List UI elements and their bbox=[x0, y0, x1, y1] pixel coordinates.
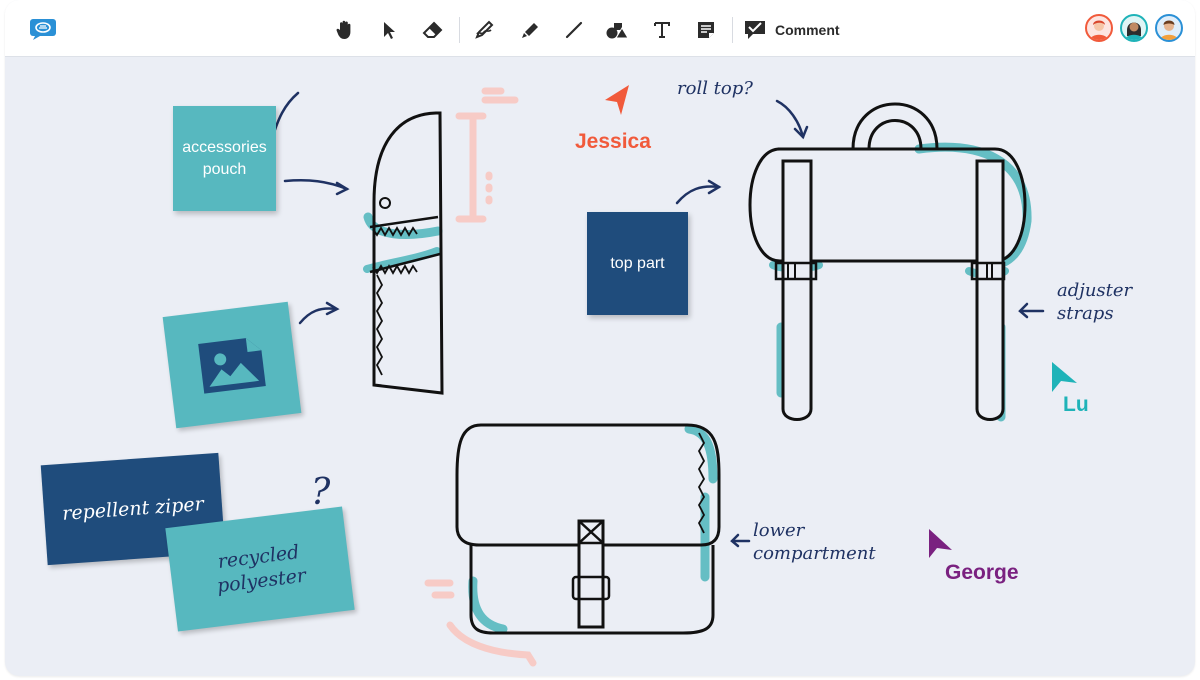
comment-icon bbox=[745, 21, 765, 39]
text-icon bbox=[654, 22, 670, 38]
cursor-label-jessica: Jessica bbox=[575, 130, 651, 153]
toolbar-divider bbox=[459, 17, 460, 43]
comment-button[interactable]: Comment bbox=[737, 14, 846, 46]
line-tool[interactable] bbox=[552, 14, 596, 46]
sticky-note-image[interactable] bbox=[162, 301, 302, 429]
cursor-label-george: George bbox=[945, 561, 1019, 584]
eraser-tool[interactable] bbox=[411, 14, 455, 46]
sticky-note-icon bbox=[698, 22, 714, 38]
image-icon bbox=[198, 338, 266, 394]
sticky-note-accessories[interactable]: accessories pouch bbox=[173, 106, 276, 211]
comment-label: Comment bbox=[775, 22, 840, 38]
annotation-adjuster-straps[interactable]: adjuster straps bbox=[1057, 279, 1132, 325]
avatar-teal[interactable] bbox=[1120, 14, 1148, 42]
pen-icon bbox=[475, 20, 494, 39]
duffel-bag-sketch bbox=[748, 102, 1032, 422]
annotation-question-mark[interactable]: ? bbox=[311, 473, 330, 513]
cursor-jessica-icon bbox=[605, 85, 629, 115]
cursor-lu-icon bbox=[1052, 362, 1077, 392]
annotation-lower-compartment[interactable]: lower compartment bbox=[753, 519, 876, 565]
toolbar-divider bbox=[732, 17, 733, 43]
sticky-note-recycled-polyester[interactable]: recycled polyester bbox=[165, 506, 355, 632]
avatar-red[interactable] bbox=[1085, 14, 1113, 42]
annotation-roll-top[interactable]: roll top? bbox=[677, 77, 753, 100]
tool-group: Comment bbox=[323, 14, 846, 46]
shapes-tool[interactable] bbox=[596, 14, 640, 46]
pink-measure-marks bbox=[424, 87, 537, 667]
select-tool[interactable] bbox=[367, 14, 411, 46]
sticky-note-tool[interactable] bbox=[684, 14, 728, 46]
tall-bag-sketch bbox=[363, 111, 444, 395]
pen-tool[interactable] bbox=[464, 14, 508, 46]
shapes-icon bbox=[606, 23, 629, 39]
whiteboard-canvas[interactable]: accessories pouch top part repellent zip… bbox=[5, 57, 1195, 676]
hand-icon bbox=[336, 20, 351, 39]
marker-tool[interactable] bbox=[508, 14, 552, 46]
cursor-george-icon bbox=[929, 529, 952, 558]
line-icon bbox=[565, 21, 583, 39]
pointer-icon bbox=[384, 22, 395, 39]
app-logo-icon[interactable] bbox=[29, 18, 57, 40]
cursor-label-lu: Lu bbox=[1063, 393, 1089, 416]
sticky-note-top-part[interactable]: top part bbox=[587, 212, 688, 315]
eraser-icon bbox=[422, 21, 443, 38]
live-cursors bbox=[605, 85, 1077, 558]
text-tool[interactable] bbox=[640, 14, 684, 46]
hand-tool[interactable] bbox=[323, 14, 367, 46]
marker-icon bbox=[522, 23, 538, 38]
participant-list bbox=[1085, 14, 1183, 42]
messenger-bag-sketch bbox=[455, 423, 721, 635]
whiteboard-window: Comment accessories pouch top part repel… bbox=[5, 0, 1195, 676]
avatar-blue[interactable] bbox=[1155, 14, 1183, 42]
toolbar: Comment bbox=[5, 0, 1195, 57]
